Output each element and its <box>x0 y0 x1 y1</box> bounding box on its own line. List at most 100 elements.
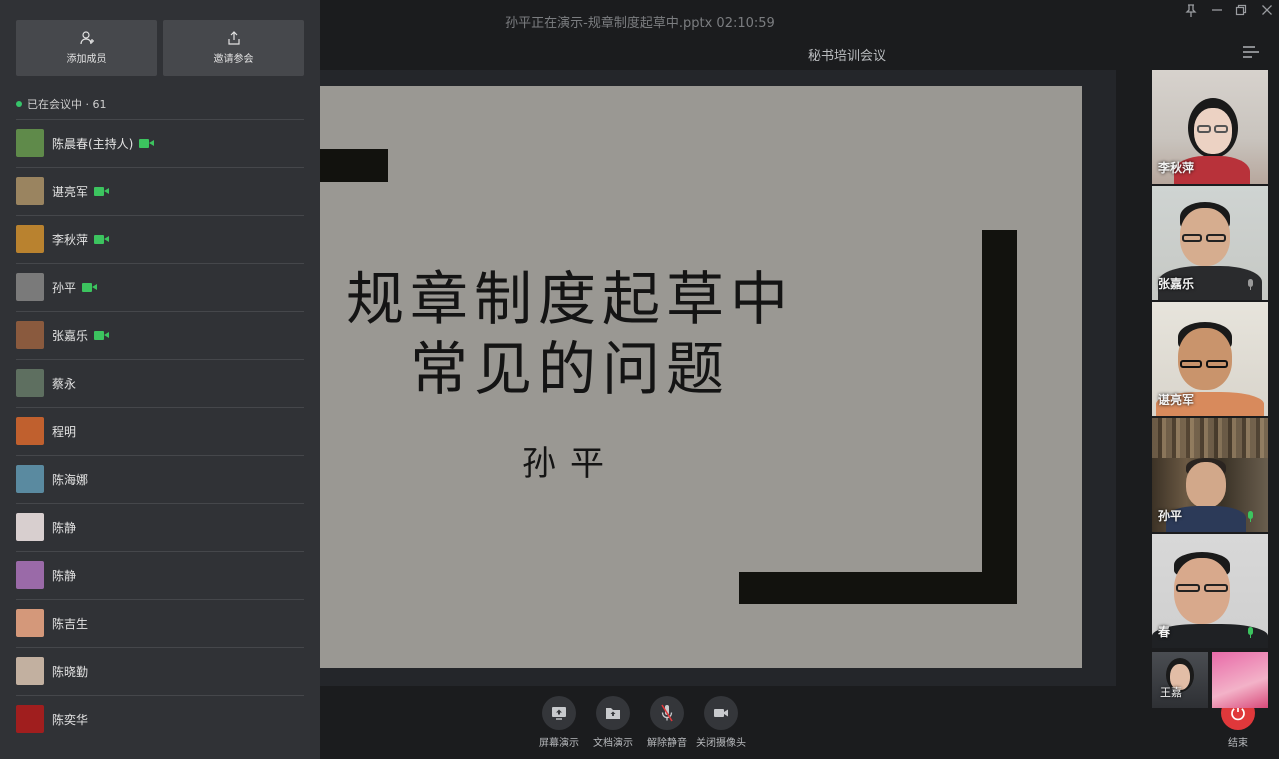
invite-button[interactable]: 邀请参会 <box>163 20 304 76</box>
folder-share-icon <box>596 696 630 730</box>
pin-icon[interactable] <box>1182 4 1200 22</box>
small-video-name: 王嘉 <box>1160 686 1182 699</box>
camera-icon <box>704 696 738 730</box>
mic-muted-icon <box>650 696 684 730</box>
minimize-icon[interactable] <box>1208 4 1226 22</box>
participant-name: 程明 <box>52 425 77 439</box>
screen-share-icon <box>542 696 576 730</box>
screen-share-button[interactable]: 屏幕演示 <box>529 696 589 749</box>
avatar <box>16 225 44 253</box>
doc-share-label: 文档演示 <box>593 738 633 749</box>
slide-title-line2: 常见的问题 <box>409 335 730 403</box>
small-video-tile[interactable]: 王嘉 <box>1152 652 1208 708</box>
participant-name: 张嘉乐 <box>52 329 89 343</box>
participant-row[interactable]: 蔡永 <box>16 359 304 407</box>
avatar <box>16 369 44 397</box>
mic-muted-icon <box>1247 279 1254 291</box>
screen-share-label: 屏幕演示 <box>539 738 579 749</box>
avatar <box>16 417 44 445</box>
video-column: 李秋萍 张嘉乐 谌亮军 孙平 春 王嘉 <box>1152 70 1268 712</box>
slide-decor-bar <box>982 230 1017 604</box>
close-icon[interactable] <box>1258 4 1276 22</box>
meeting-name: 秘书培训会议 <box>808 49 887 64</box>
participant-name: 陈晨春(主持人) <box>52 137 134 151</box>
video-tile[interactable]: 张嘉乐 <box>1152 186 1268 300</box>
participant-row[interactable]: 陈晓勤 <box>16 647 304 695</box>
participant-row[interactable]: 陈奕华 <box>16 695 304 743</box>
end-label: 结束 <box>1228 738 1248 749</box>
participant-row[interactable]: 陈静 <box>16 551 304 599</box>
mic-active-icon <box>1247 627 1254 639</box>
participant-row[interactable]: 程明 <box>16 407 304 455</box>
participant-row[interactable]: 陈晨春(主持人) <box>16 119 304 167</box>
video-name: 孙平 <box>1158 509 1183 523</box>
video-name: 春 <box>1158 625 1171 639</box>
layout-list-icon[interactable] <box>1243 46 1259 58</box>
title-bar: 孙平正在演示-规章制度起草中.pptx 02:10:59 <box>320 0 1279 40</box>
camera-on-icon <box>82 283 97 292</box>
video-name: 谌亮军 <box>1158 393 1195 407</box>
avatar <box>16 177 44 205</box>
unmute-button[interactable]: 解除静音 <box>637 696 697 749</box>
participant-name: 蔡永 <box>52 377 77 391</box>
participant-name: 陈静 <box>52 521 77 535</box>
video-tile[interactable]: 谌亮军 <box>1152 302 1268 416</box>
participant-row[interactable]: 张嘉乐 <box>16 311 304 359</box>
avatar <box>16 129 44 157</box>
share-icon <box>227 31 240 45</box>
add-member-button[interactable]: 添加成员 <box>16 20 157 76</box>
avatar <box>16 465 44 493</box>
slide-title-line1: 规章制度起草中 <box>345 265 794 333</box>
participant-row[interactable]: 陈吉生 <box>16 599 304 647</box>
participant-name: 陈静 <box>52 569 77 583</box>
participant-name: 陈海娜 <box>52 473 89 487</box>
slide-decor-bar <box>320 149 388 182</box>
camera-on-icon <box>94 187 109 196</box>
online-dot-icon <box>16 101 22 107</box>
invite-label: 邀请参会 <box>213 54 254 65</box>
meeting-status: 已在会议中 · 61 <box>16 96 107 112</box>
camera-on-icon <box>139 139 154 148</box>
slide: 规章制度起草中 常见的问题 孙平 <box>320 86 1082 668</box>
slide-title: 规章制度起草中 常见的问题 <box>320 264 820 404</box>
slide-author: 孙平 <box>522 444 618 484</box>
mic-active-icon <box>1247 511 1254 523</box>
participant-name: 陈晓勤 <box>52 665 89 679</box>
participant-row[interactable]: 陈静 <box>16 503 304 551</box>
participant-row[interactable]: 谌亮军 <box>16 167 304 215</box>
participant-list[interactable]: 陈晨春(主持人) 谌亮军 李秋萍 孙平 张嘉乐 蔡永 程明 陈海娜 陈静 陈静 陈吉生 陈晓勤 陈奕华 <box>16 119 304 743</box>
participant-name: 陈奕华 <box>52 713 89 727</box>
avatar <box>16 321 44 349</box>
video-name: 李秋萍 <box>1158 161 1195 175</box>
avatar <box>16 513 44 541</box>
video-name: 张嘉乐 <box>1158 277 1195 291</box>
close-camera-button[interactable]: 关闭摄像头 <box>691 696 751 749</box>
avatar <box>16 657 44 685</box>
video-tile[interactable]: 春 <box>1152 534 1268 648</box>
window-title: 孙平正在演示-规章制度起草中.pptx 02:10:59 <box>505 16 775 31</box>
unmute-label: 解除静音 <box>647 738 687 749</box>
participant-row[interactable]: 陈海娜 <box>16 455 304 503</box>
avatar <box>16 561 44 589</box>
participant-row[interactable]: 李秋萍 <box>16 215 304 263</box>
camera-on-icon <box>94 235 109 244</box>
video-tile[interactable]: 李秋萍 <box>1152 70 1268 184</box>
add-member-label: 添加成员 <box>66 54 107 65</box>
participant-name: 陈吉生 <box>52 617 89 631</box>
small-video-tile[interactable] <box>1212 652 1268 708</box>
restore-icon[interactable] <box>1232 4 1250 22</box>
avatar <box>16 273 44 301</box>
presentation-stage: 规章制度起草中 常见的问题 孙平 <box>320 70 1116 686</box>
slide-decor-bar <box>739 572 1017 604</box>
participant-row[interactable]: 孙平 <box>16 263 304 311</box>
participant-name: 李秋萍 <box>52 233 89 247</box>
participants-panel: 添加成员 邀请参会 已在会议中 · 61 陈晨春(主持人) 谌亮军李秋萍孙平张嘉乐… <box>0 0 320 759</box>
avatar <box>16 609 44 637</box>
participant-name: 孙平 <box>52 281 77 295</box>
add-user-icon <box>79 31 94 45</box>
video-tile[interactable]: 孙平 <box>1152 418 1268 532</box>
doc-share-button[interactable]: 文档演示 <box>583 696 643 749</box>
participant-name: 谌亮军 <box>52 185 89 199</box>
avatar <box>16 705 44 733</box>
status-text: 已在会议中 · 61 <box>27 98 107 111</box>
